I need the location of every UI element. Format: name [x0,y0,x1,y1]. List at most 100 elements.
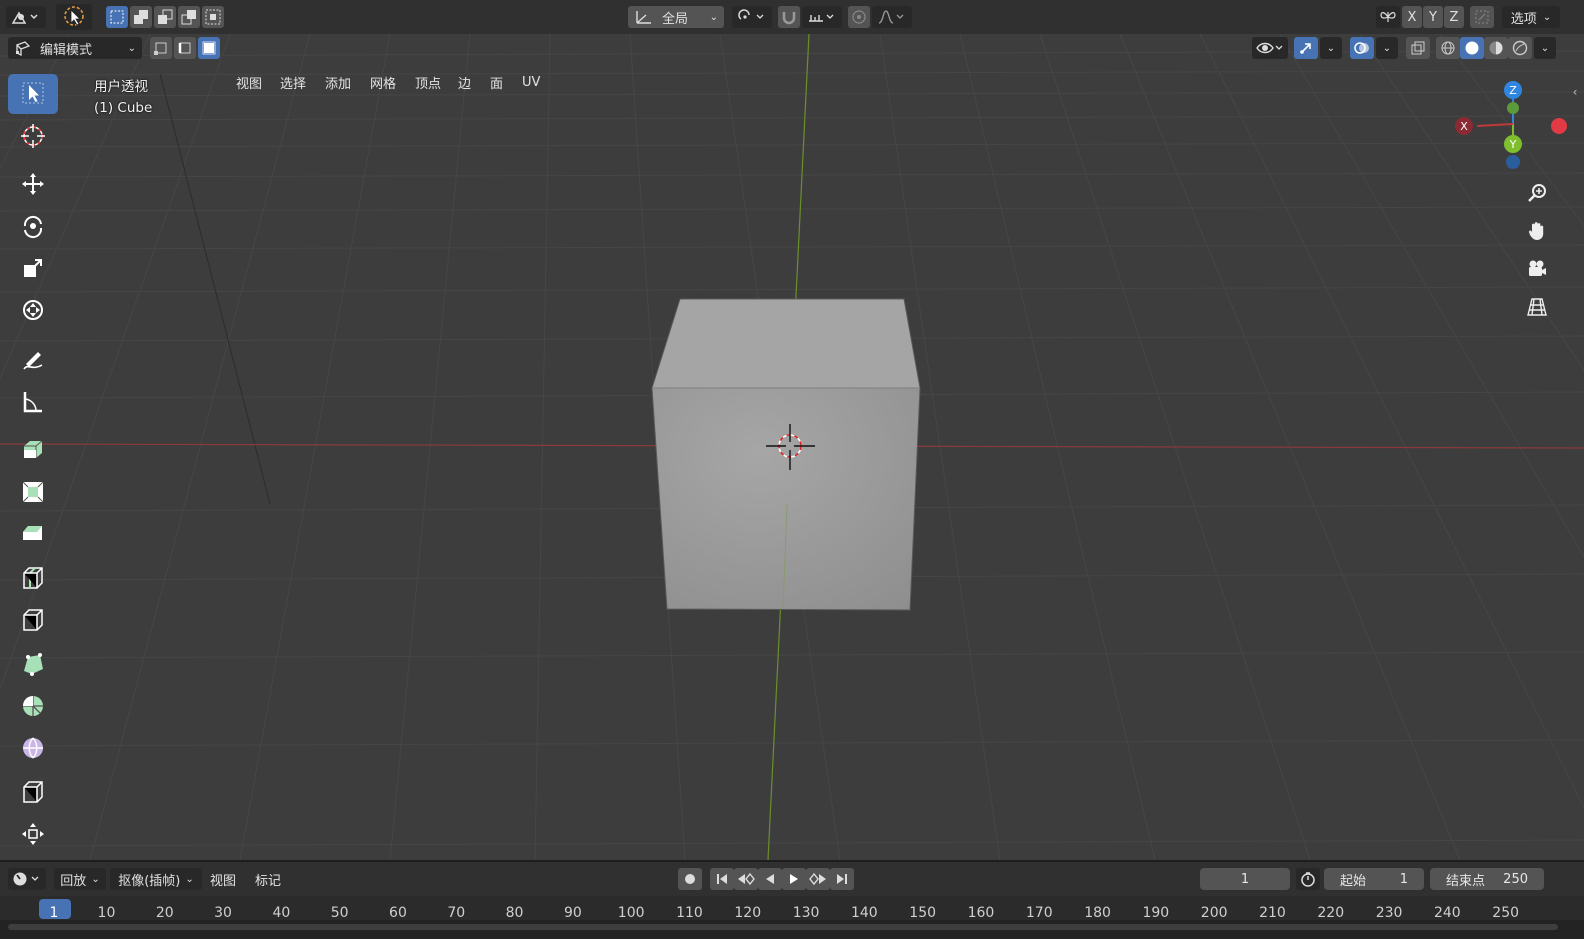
knife-tool[interactable] [8,600,58,640]
auto-merge-toggle[interactable] [1470,6,1494,28]
proportional-falloff-dropdown[interactable] [872,6,912,28]
menu-vertex[interactable]: 顶点 [415,72,441,92]
scale-tool[interactable] [8,248,58,288]
menu-add[interactable]: 添加 [325,72,351,92]
svg-text:Z: Z [1509,84,1517,97]
annotate-tool[interactable] [8,340,58,380]
zoom-button[interactable] [1520,176,1554,210]
mirror-x-toggle[interactable]: X [1402,6,1422,28]
select-mode-new-button[interactable] [106,6,128,28]
xray-toggle[interactable] [1406,37,1430,59]
shading-material-button[interactable] [1484,37,1508,59]
3d-viewport[interactable]: 用户透视 (1) Cube Z Y X ‹ [0,34,1584,860]
play-reverse-button[interactable] [758,868,782,890]
gizmo-x-icon[interactable]: X [1455,117,1473,135]
smooth-icon [23,737,43,759]
timeline-header: 回放 ⌄ 抠像(插帧) ⌄ 视图 标记 1 起始 1 结束点 250 [0,862,1584,896]
move-tool[interactable] [8,164,58,204]
inset-tool[interactable] [8,472,58,512]
gizmo-toggle[interactable] [1294,37,1318,59]
select-mode-intersect-button[interactable] [202,6,224,28]
menu-edge[interactable]: 边 [458,72,471,92]
proportional-edit-toggle[interactable] [848,6,870,28]
camera-view-button[interactable] [1520,252,1554,286]
bevel-tool[interactable] [8,514,58,554]
pan-button[interactable] [1520,214,1554,248]
start-frame-field[interactable]: 起始 1 [1324,868,1424,890]
gizmo-y-icon[interactable]: Y [1504,135,1522,153]
sidebar-expand-icon[interactable]: ‹ [1566,82,1584,102]
transform-orientation-dropdown[interactable]: 全局 ⌄ [628,6,724,28]
menu-view[interactable]: 视图 [236,72,262,92]
falloff-curve-icon [878,10,904,24]
keying-dropdown[interactable]: 抠像(插帧) ⌄ [110,868,202,890]
keyframe-forward-icon [809,872,826,886]
vertex-select-icon [154,42,167,55]
edge-select-mode[interactable] [174,37,196,59]
mirror-z-toggle[interactable]: Z [1444,6,1464,28]
gizmo-z-icon[interactable]: Z [1504,81,1522,99]
current-frame-value: 1 [1240,871,1250,887]
rotate-tool[interactable] [8,206,58,246]
transform-tool[interactable] [8,290,58,330]
poly-build-tool[interactable] [8,644,58,684]
shading-wireframe-button[interactable] [1436,37,1460,59]
overlays-dropdown[interactable]: ⌄ [1376,37,1398,59]
jump-start-button[interactable] [710,868,734,890]
mirror-options-button[interactable] [1376,6,1400,28]
shrink-fatten-tool[interactable] [8,814,58,854]
vertex-select-mode[interactable] [150,37,172,59]
face-select-mode[interactable] [198,37,220,59]
snap-toggle[interactable] [778,6,800,28]
jump-keyframe-forward-button[interactable] [806,868,830,890]
visibility-dropdown[interactable] [1252,37,1288,59]
overlays-toggle[interactable] [1350,37,1374,59]
mirror-y-toggle[interactable]: Y [1423,6,1443,28]
end-frame-label: 结束点 [1446,873,1486,889]
shrink-fatten-icon [22,823,44,845]
menu-uv[interactable]: UV [522,72,540,92]
menu-face[interactable]: 面 [490,72,503,92]
select-tool-button[interactable] [56,4,92,30]
timeline-menu-marker[interactable]: 标记 [255,869,281,889]
edge-slide-tool[interactable] [8,772,58,812]
options-dropdown[interactable]: 选项 ⌄ [1502,6,1560,28]
select-box-tool[interactable] [8,74,58,114]
pivot-point-dropdown[interactable] [732,6,772,28]
select-mode-subtract-button[interactable] [154,6,176,28]
proportional-edit-icon [852,10,866,24]
navigation-gizmo[interactable]: Z Y X [1455,76,1575,176]
menu-select[interactable]: 选择 [280,72,306,92]
play-button[interactable] [782,868,806,890]
smooth-tool[interactable] [8,728,58,768]
timeline-menu-view[interactable]: 视图 [210,869,236,889]
jump-keyframe-back-button[interactable] [734,868,758,890]
snap-target-dropdown[interactable] [802,6,842,28]
end-frame-field[interactable]: 结束点 250 [1430,868,1544,890]
preview-range-toggle[interactable] [1296,868,1320,890]
auto-keying-toggle[interactable] [678,868,702,890]
timeline-editor-type-button[interactable] [8,868,46,890]
jump-end-button[interactable] [830,868,854,890]
current-frame-field[interactable]: 1 [1200,868,1290,890]
extrude-tool[interactable] [8,430,58,470]
cursor-tool[interactable] [8,116,58,156]
shading-solid-button[interactable] [1460,37,1484,59]
shading-rendered-button[interactable] [1508,37,1532,59]
measure-tool[interactable] [8,382,58,422]
select-mode-extend-button[interactable] [130,6,152,28]
timeline-scrollbar[interactable] [8,924,1558,930]
mode-dropdown[interactable]: 编辑模式 ⌄ [8,37,142,59]
playback-dropdown[interactable]: 回放 ⌄ [54,868,106,890]
loop-cut-tool[interactable] [8,558,58,598]
chevron-down-icon: ⌄ [185,873,194,885]
menu-mesh[interactable]: 网格 [370,72,396,92]
solid-sphere-icon [1465,41,1479,55]
select-mode-invert-button[interactable] [178,6,200,28]
spin-tool[interactable] [8,686,58,726]
timeline-tick-label: 40 [272,905,291,921]
gizmo-dropdown[interactable]: ⌄ [1320,37,1342,59]
perspective-toggle-button[interactable] [1520,290,1554,324]
editor-type-button[interactable] [6,6,46,28]
shading-dropdown[interactable]: ⌄ [1534,37,1556,59]
